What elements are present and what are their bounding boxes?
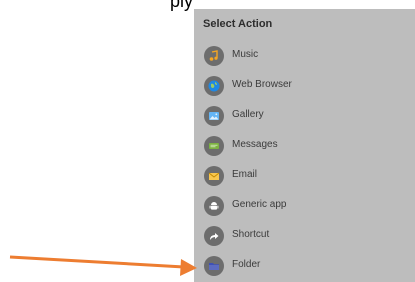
select-action-dialog: Select Action Music Web Browser Gallery … [194,9,415,282]
message-icon [204,136,224,156]
screenshot: ply Select Action Music Web Browser Gall… [0,0,415,282]
email-icon [204,166,224,186]
action-item-gallery[interactable]: Gallery [194,100,415,130]
dialog-title: Select Action [203,18,273,30]
action-item-folder[interactable]: Folder [194,250,415,280]
music-icon [204,46,224,66]
action-item-label: Gallery [232,109,264,120]
android-icon [204,196,224,216]
action-item-shortcut[interactable]: Shortcut [194,220,415,250]
action-item-messages[interactable]: Messages [194,130,415,160]
action-item-generic-app[interactable]: Generic app [194,190,415,220]
action-item-label: Music [232,49,259,60]
gallery-icon [204,106,224,126]
action-item-label: Shortcut [232,229,270,240]
folder-icon [204,256,224,276]
action-list: Music Web Browser Gallery Messages Email… [194,40,415,280]
action-item-label: Web Browser [232,79,292,90]
action-item-label: Folder [232,259,261,270]
action-item-email[interactable]: Email [194,160,415,190]
action-item-label: Generic app [232,199,287,210]
action-item-label: Messages [232,139,278,150]
action-item-label: Email [232,169,258,180]
action-item-music[interactable]: Music [194,40,415,70]
shortcut-icon [204,226,224,246]
action-item-web-browser[interactable]: Web Browser [194,70,415,100]
arrow-shaft [9,255,185,269]
globe-icon [204,76,224,96]
